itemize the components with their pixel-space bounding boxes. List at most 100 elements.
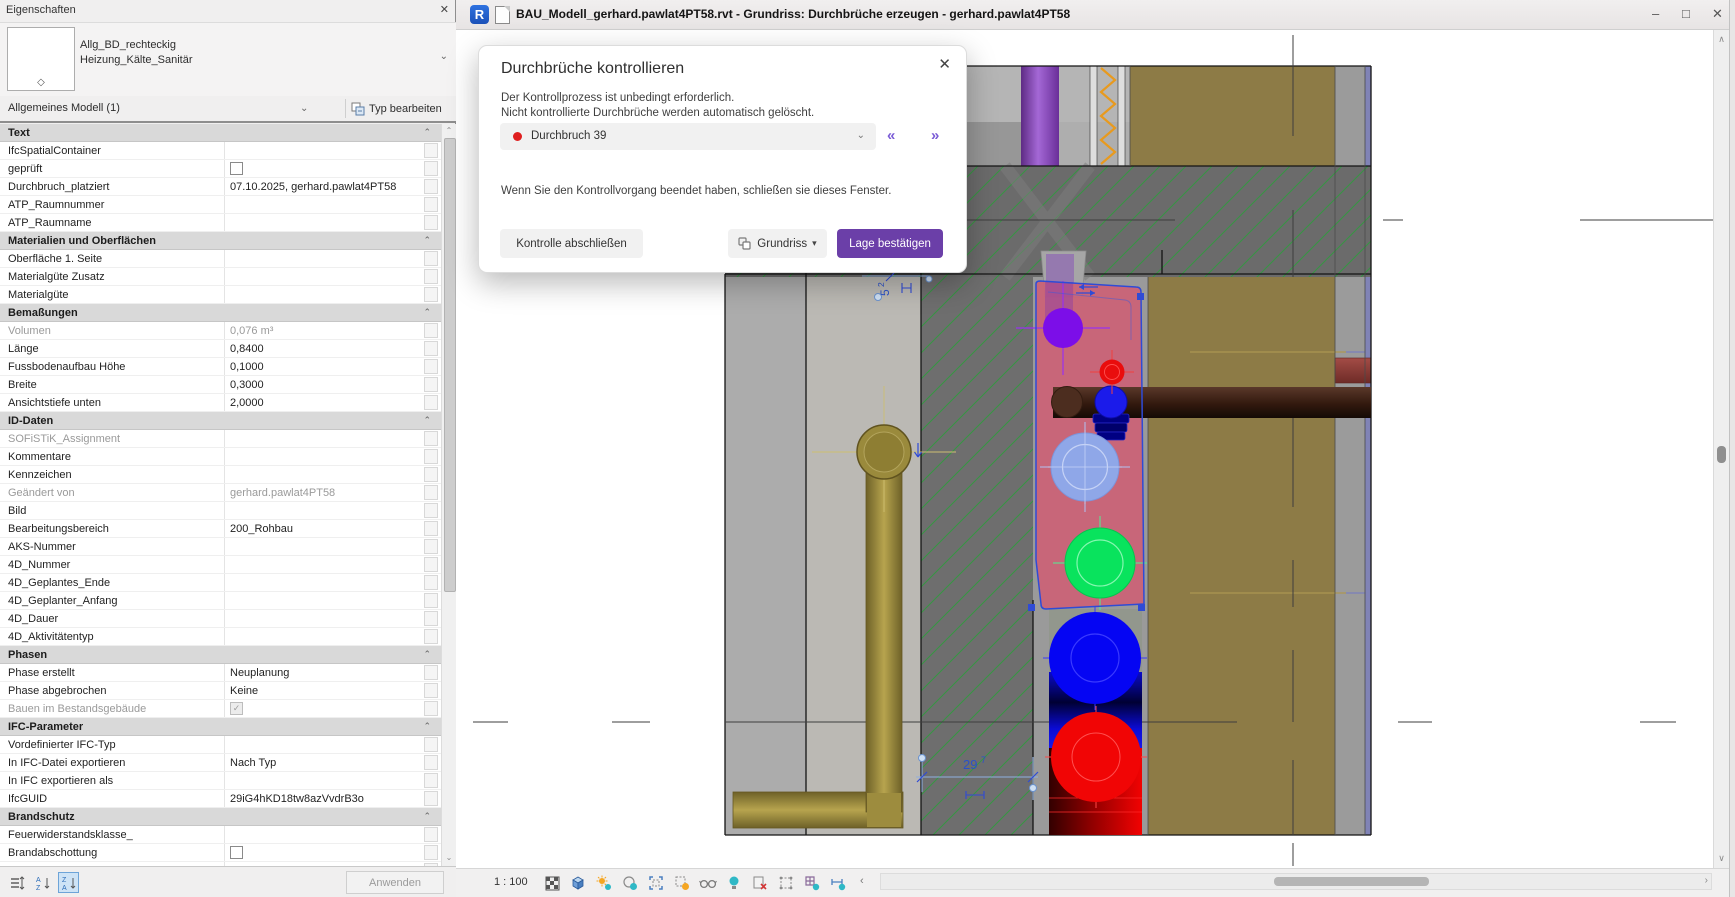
property-value[interactable] bbox=[225, 466, 424, 483]
property-value[interactable] bbox=[225, 610, 424, 627]
collapse-bar-icon[interactable]: ‹ bbox=[860, 875, 864, 887]
durchbruch-select[interactable]: Durchbruch 39 ⌄ bbox=[500, 123, 876, 150]
property-value[interactable] bbox=[225, 826, 424, 843]
property-value[interactable]: 2,0000 bbox=[225, 394, 424, 411]
property-value[interactable]: 07.10.2025, gerhard.pawlat4PT58 bbox=[225, 178, 424, 195]
purple-duct-riser[interactable] bbox=[1021, 66, 1059, 166]
property-value[interactable]: 29iG4hKD18tw8azVvdrB3o bbox=[225, 790, 424, 807]
property-value[interactable] bbox=[225, 592, 424, 609]
window-titlebar[interactable]: R BAU_Modell_gerhard.pawlat4PT58.rvt - G… bbox=[456, 0, 1735, 30]
associate-parameter-button[interactable] bbox=[424, 449, 438, 464]
palette-titlebar[interactable]: Eigenschaften ✕ bbox=[0, 0, 455, 22]
scroll-down-icon[interactable]: ∨ bbox=[1714, 853, 1729, 864]
property-value[interactable] bbox=[225, 556, 424, 573]
property-value[interactable] bbox=[225, 502, 424, 519]
associate-parameter-button[interactable] bbox=[424, 395, 438, 410]
reveal-hidden-elements-icon[interactable] bbox=[724, 873, 744, 893]
type-selector[interactable]: ◇ Allg_BD_rechteckig Heizung_Kälte_Sanit… bbox=[0, 22, 456, 97]
associate-parameter-button[interactable] bbox=[424, 611, 438, 626]
associate-parameter-button[interactable] bbox=[424, 467, 438, 482]
scroll-down-icon[interactable]: ⌄ bbox=[442, 853, 456, 862]
apply-button[interactable]: Anwenden bbox=[346, 871, 444, 894]
edit-type-button[interactable]: Typ bearbeiten bbox=[351, 98, 451, 119]
reveal-constraints-icon[interactable] bbox=[802, 873, 822, 893]
associate-parameter-button[interactable] bbox=[424, 323, 438, 338]
property-value[interactable] bbox=[225, 628, 424, 645]
scroll-right-icon[interactable]: › bbox=[1705, 875, 1708, 886]
associate-parameter-button[interactable] bbox=[424, 701, 438, 716]
associate-parameter-button[interactable] bbox=[424, 539, 438, 554]
property-value[interactable]: 0,8400 bbox=[225, 340, 424, 357]
property-value[interactable] bbox=[225, 160, 424, 177]
associate-parameter-button[interactable] bbox=[424, 143, 438, 158]
associate-parameter-button[interactable] bbox=[424, 269, 438, 284]
collapse-section-icon[interactable]: ⌃ bbox=[423, 235, 431, 246]
temporary-hide-isolate-icon[interactable] bbox=[698, 873, 718, 893]
sort-ascending-icon[interactable]: AZ bbox=[32, 872, 53, 893]
associate-parameter-button[interactable] bbox=[424, 683, 438, 698]
collapse-section-icon[interactable]: ⌃ bbox=[423, 811, 431, 822]
crop-view-icon[interactable] bbox=[646, 873, 666, 893]
property-value[interactable]: Neuplanung bbox=[225, 664, 424, 681]
associate-parameter-button[interactable] bbox=[424, 251, 438, 266]
sort-descending-icon[interactable]: ZA bbox=[58, 872, 79, 893]
associate-parameter-button[interactable] bbox=[424, 755, 438, 770]
property-value[interactable]: Nach Typ bbox=[225, 754, 424, 771]
previous-button[interactable]: « bbox=[887, 127, 895, 144]
associate-parameter-button[interactable] bbox=[424, 593, 438, 608]
associate-parameter-button[interactable] bbox=[424, 179, 438, 194]
property-value[interactable] bbox=[225, 772, 424, 789]
property-value[interactable] bbox=[225, 250, 424, 267]
property-value[interactable] bbox=[225, 286, 424, 303]
property-value[interactable]: 0,076 m³ bbox=[225, 322, 424, 339]
property-value[interactable] bbox=[225, 196, 424, 213]
close-icon[interactable]: ✕ bbox=[440, 3, 449, 16]
property-value[interactable] bbox=[225, 844, 424, 861]
associate-parameter-button[interactable] bbox=[424, 629, 438, 644]
property-value[interactable]: gerhard.pawlat4PT58 bbox=[225, 484, 424, 501]
property-value[interactable] bbox=[225, 430, 424, 447]
associate-parameter-button[interactable] bbox=[424, 287, 438, 302]
property-value[interactable] bbox=[225, 268, 424, 285]
properties-filter-icon[interactable] bbox=[6, 872, 27, 893]
property-value[interactable]: 0,3000 bbox=[225, 376, 424, 393]
checkbox[interactable]: ✓ bbox=[230, 702, 243, 715]
associate-parameter-button[interactable] bbox=[424, 503, 438, 518]
detail-level-icon[interactable] bbox=[542, 873, 562, 893]
view-mode-button[interactable]: Grundriss ▾ bbox=[728, 229, 827, 258]
collapse-section-icon[interactable]: ⌃ bbox=[423, 127, 431, 138]
scroll-up-icon[interactable]: ∧ bbox=[1714, 34, 1729, 45]
scrollbar-thumb[interactable] bbox=[1274, 877, 1429, 886]
associate-parameter-button[interactable] bbox=[424, 431, 438, 446]
checkbox[interactable] bbox=[230, 846, 243, 859]
property-value[interactable]: Keine bbox=[225, 682, 424, 699]
collapse-section-icon[interactable]: ⌃ bbox=[423, 649, 431, 660]
visual-style-icon[interactable] bbox=[568, 873, 588, 893]
chevron-down-icon[interactable]: ⌄ bbox=[300, 103, 308, 114]
minimize-button[interactable]: – bbox=[1652, 6, 1659, 21]
crop-region-visibility-icon[interactable] bbox=[672, 873, 692, 893]
associate-parameter-button[interactable] bbox=[424, 737, 438, 752]
associate-parameter-button[interactable] bbox=[424, 359, 438, 374]
associate-parameter-button[interactable] bbox=[424, 791, 438, 806]
associate-parameter-button[interactable] bbox=[424, 215, 438, 230]
associate-parameter-button[interactable] bbox=[424, 773, 438, 788]
property-value[interactable]: ✓ bbox=[225, 700, 424, 717]
properties-scrollbar[interactable]: ⌃ ⌄ bbox=[441, 124, 456, 866]
associate-parameter-button[interactable] bbox=[424, 197, 438, 212]
property-value[interactable] bbox=[225, 574, 424, 591]
property-value[interactable] bbox=[225, 142, 424, 159]
associate-parameter-button[interactable] bbox=[424, 341, 438, 356]
associate-parameter-button[interactable] bbox=[424, 575, 438, 590]
scrollbar-thumb[interactable] bbox=[444, 138, 456, 592]
scrollbar-thumb[interactable] bbox=[1717, 446, 1726, 463]
property-value[interactable] bbox=[225, 736, 424, 753]
property-value[interactable]: 0,1000 bbox=[225, 358, 424, 375]
property-value[interactable] bbox=[225, 538, 424, 555]
analytical-model-icon[interactable] bbox=[776, 873, 796, 893]
checkbox[interactable] bbox=[230, 162, 243, 175]
temporary-view-properties-icon[interactable] bbox=[750, 873, 770, 893]
drawing-horizontal-scrollbar[interactable]: › bbox=[880, 873, 1712, 890]
property-value[interactable] bbox=[225, 448, 424, 465]
associate-parameter-button[interactable] bbox=[424, 161, 438, 176]
